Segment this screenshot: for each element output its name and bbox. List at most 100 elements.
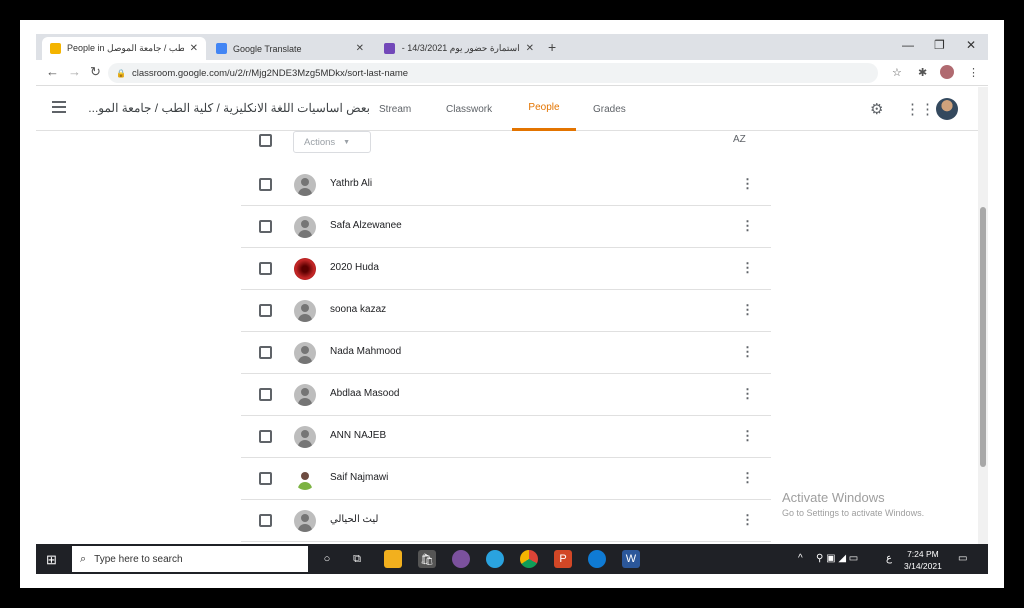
address-bar[interactable]: 🔒 classroom.google.com/u/2/r/Mjg2NDE3Mzg… xyxy=(108,63,878,83)
student-avatar xyxy=(294,510,316,532)
student-checkbox[interactable] xyxy=(259,346,272,359)
settings-gear-icon[interactable]: ⚙ xyxy=(870,100,883,118)
close-icon[interactable]: ✕ xyxy=(190,43,198,54)
telegram-icon[interactable] xyxy=(486,550,504,568)
actions-row: Actions ▼ A͏Z xyxy=(241,131,771,159)
scrollbar-thumb[interactable] xyxy=(980,207,986,467)
dropdown-arrow-icon: ▼ xyxy=(343,138,351,146)
browser-tab-strip: People in الطب / جامعة الموصل ... ✕ Goog… xyxy=(36,34,988,60)
student-name[interactable]: ANN NAJEB xyxy=(330,430,386,441)
notifications-icon[interactable]: ▭ xyxy=(958,553,967,564)
forward-icon[interactable]: → xyxy=(68,64,81,79)
tab-google-translate[interactable]: Google Translate ✕ xyxy=(208,37,372,60)
student-checkbox[interactable] xyxy=(259,514,272,527)
file-explorer-icon[interactable] xyxy=(384,550,402,568)
reload-icon[interactable]: ↻ xyxy=(90,64,101,80)
student-name[interactable]: Saif Najmawi xyxy=(330,472,388,483)
tab-label: Stream xyxy=(379,103,412,115)
student-name[interactable]: ليث الحيالي xyxy=(330,514,378,525)
class-title[interactable]: بعض اساسيات اللغة الانكليزية / كلية الطب… xyxy=(80,101,370,115)
extensions-icon[interactable]: ✱ xyxy=(918,66,927,79)
student-avatar xyxy=(294,216,316,238)
student-avatar xyxy=(294,342,316,364)
student-avatar xyxy=(294,384,316,406)
tab-people[interactable]: People in الطب / جامعة الموصل ... ✕ xyxy=(42,37,206,60)
apps-grid-icon[interactable]: ⋮⋮ xyxy=(905,100,935,118)
more-vert-icon[interactable]: ⋮ xyxy=(741,176,754,192)
tab-forms[interactable]: استمارة حضور يوم 14/3/2021 - ... ✕ xyxy=(376,37,542,60)
more-vert-icon[interactable]: ⋮ xyxy=(741,428,754,444)
page-scrollbar[interactable] xyxy=(978,87,988,544)
select-all-checkbox[interactable] xyxy=(259,134,272,147)
close-window-icon[interactable]: ✕ xyxy=(966,38,976,52)
student-row: ANN NAJEB ⋮ xyxy=(241,416,771,458)
sort-az-icon[interactable]: A͏Z xyxy=(733,134,746,145)
language-indicator[interactable]: ع xyxy=(886,553,892,564)
more-vert-icon[interactable]: ⋮ xyxy=(741,344,754,360)
close-icon[interactable]: ✕ xyxy=(526,43,534,54)
restore-icon[interactable]: ❐ xyxy=(934,38,945,52)
forms-icon xyxy=(384,43,395,54)
actions-dropdown[interactable]: Actions ▼ xyxy=(293,131,371,153)
taskbar-clock[interactable]: 7:24 PM 3/14/2021 xyxy=(904,548,942,572)
student-avatar xyxy=(294,426,316,448)
back-icon[interactable]: ← xyxy=(46,64,59,79)
powerpoint-icon[interactable]: P xyxy=(554,550,572,568)
student-row: 2020 Huda ⋮ xyxy=(241,248,771,290)
student-checkbox[interactable] xyxy=(259,304,272,317)
student-checkbox[interactable] xyxy=(259,178,272,191)
browser-toolbar: ← → ↻ 🔒 classroom.google.com/u/2/r/Mjg2N… xyxy=(36,60,988,86)
cortana-icon[interactable]: ○ xyxy=(318,550,336,568)
word-icon[interactable]: W xyxy=(622,550,640,568)
close-icon[interactable]: ✕ xyxy=(356,43,364,54)
store-icon[interactable]: 🛍 xyxy=(418,550,436,568)
more-vert-icon[interactable]: ⋮ xyxy=(741,512,754,528)
more-vert-icon[interactable]: ⋮ xyxy=(968,66,979,79)
tray-icons[interactable]: ⚲ ▣ ◢ ▭ xyxy=(816,553,858,564)
viber-icon[interactable] xyxy=(452,550,470,568)
people-content: Actions ▼ A͏Z Yathrb Ali ⋮ Safa Alzewane… xyxy=(36,131,978,544)
more-vert-icon[interactable]: ⋮ xyxy=(741,218,754,234)
search-icon: ⌕ xyxy=(80,552,87,565)
task-view-icon[interactable]: ⧉ xyxy=(348,550,366,568)
watermark-title: Activate Windows xyxy=(782,490,885,505)
more-vert-icon[interactable]: ⋮ xyxy=(741,386,754,402)
tab-label: People xyxy=(528,102,560,113)
tab-people-active[interactable]: People xyxy=(512,87,576,131)
taskbar-search-box[interactable]: ⌕ Type here to search xyxy=(72,546,308,572)
student-name[interactable]: 2020 Huda xyxy=(330,262,379,273)
student-checkbox[interactable] xyxy=(259,262,272,275)
student-checkbox[interactable] xyxy=(259,430,272,443)
tab-stream[interactable]: Stream xyxy=(379,87,411,131)
activate-windows-watermark: Activate Windows Go to Settings to activ… xyxy=(782,490,924,518)
tab-grades[interactable]: Grades xyxy=(593,87,626,131)
star-icon[interactable]: ☆ xyxy=(892,66,902,79)
student-name[interactable]: Safa Alzewanee xyxy=(330,220,402,231)
new-tab-icon[interactable]: + xyxy=(548,39,556,55)
student-name[interactable]: Abdlaa Masood xyxy=(330,388,400,399)
watermark-subtitle: Go to Settings to activate Windows. xyxy=(782,508,925,518)
student-name[interactable]: Nada Mahmood xyxy=(330,346,401,357)
user-avatar[interactable] xyxy=(936,98,958,120)
tab-label: Classwork xyxy=(446,103,493,115)
profile-avatar[interactable] xyxy=(940,65,954,79)
student-checkbox[interactable] xyxy=(259,220,272,233)
hamburger-menu-icon[interactable] xyxy=(52,101,66,113)
student-avatar xyxy=(294,258,316,280)
student-checkbox[interactable] xyxy=(259,472,272,485)
student-checkbox[interactable] xyxy=(259,388,272,401)
more-vert-icon[interactable]: ⋮ xyxy=(741,260,754,276)
tray-chevron-icon[interactable]: ^ xyxy=(798,553,803,564)
chrome-icon[interactable] xyxy=(520,550,538,568)
windows-taskbar: ⊞ ⌕ Type here to search ○ ⧉ 🛍 P W ^ ⚲ ▣ … xyxy=(36,544,988,574)
more-vert-icon[interactable]: ⋮ xyxy=(741,302,754,318)
student-name[interactable]: Yathrb Ali xyxy=(330,178,372,189)
windows-start-icon[interactable]: ⊞ xyxy=(46,552,57,568)
translate-icon xyxy=(216,43,227,54)
students-list: Yathrb Ali ⋮ Safa Alzewanee ⋮ 2020 Huda … xyxy=(241,164,771,542)
more-vert-icon[interactable]: ⋮ xyxy=(741,470,754,486)
minimize-icon[interactable]: — xyxy=(902,38,914,52)
tab-classwork[interactable]: Classwork xyxy=(446,87,492,131)
student-name[interactable]: soona kazaz xyxy=(330,304,386,315)
edge-icon[interactable] xyxy=(588,550,606,568)
